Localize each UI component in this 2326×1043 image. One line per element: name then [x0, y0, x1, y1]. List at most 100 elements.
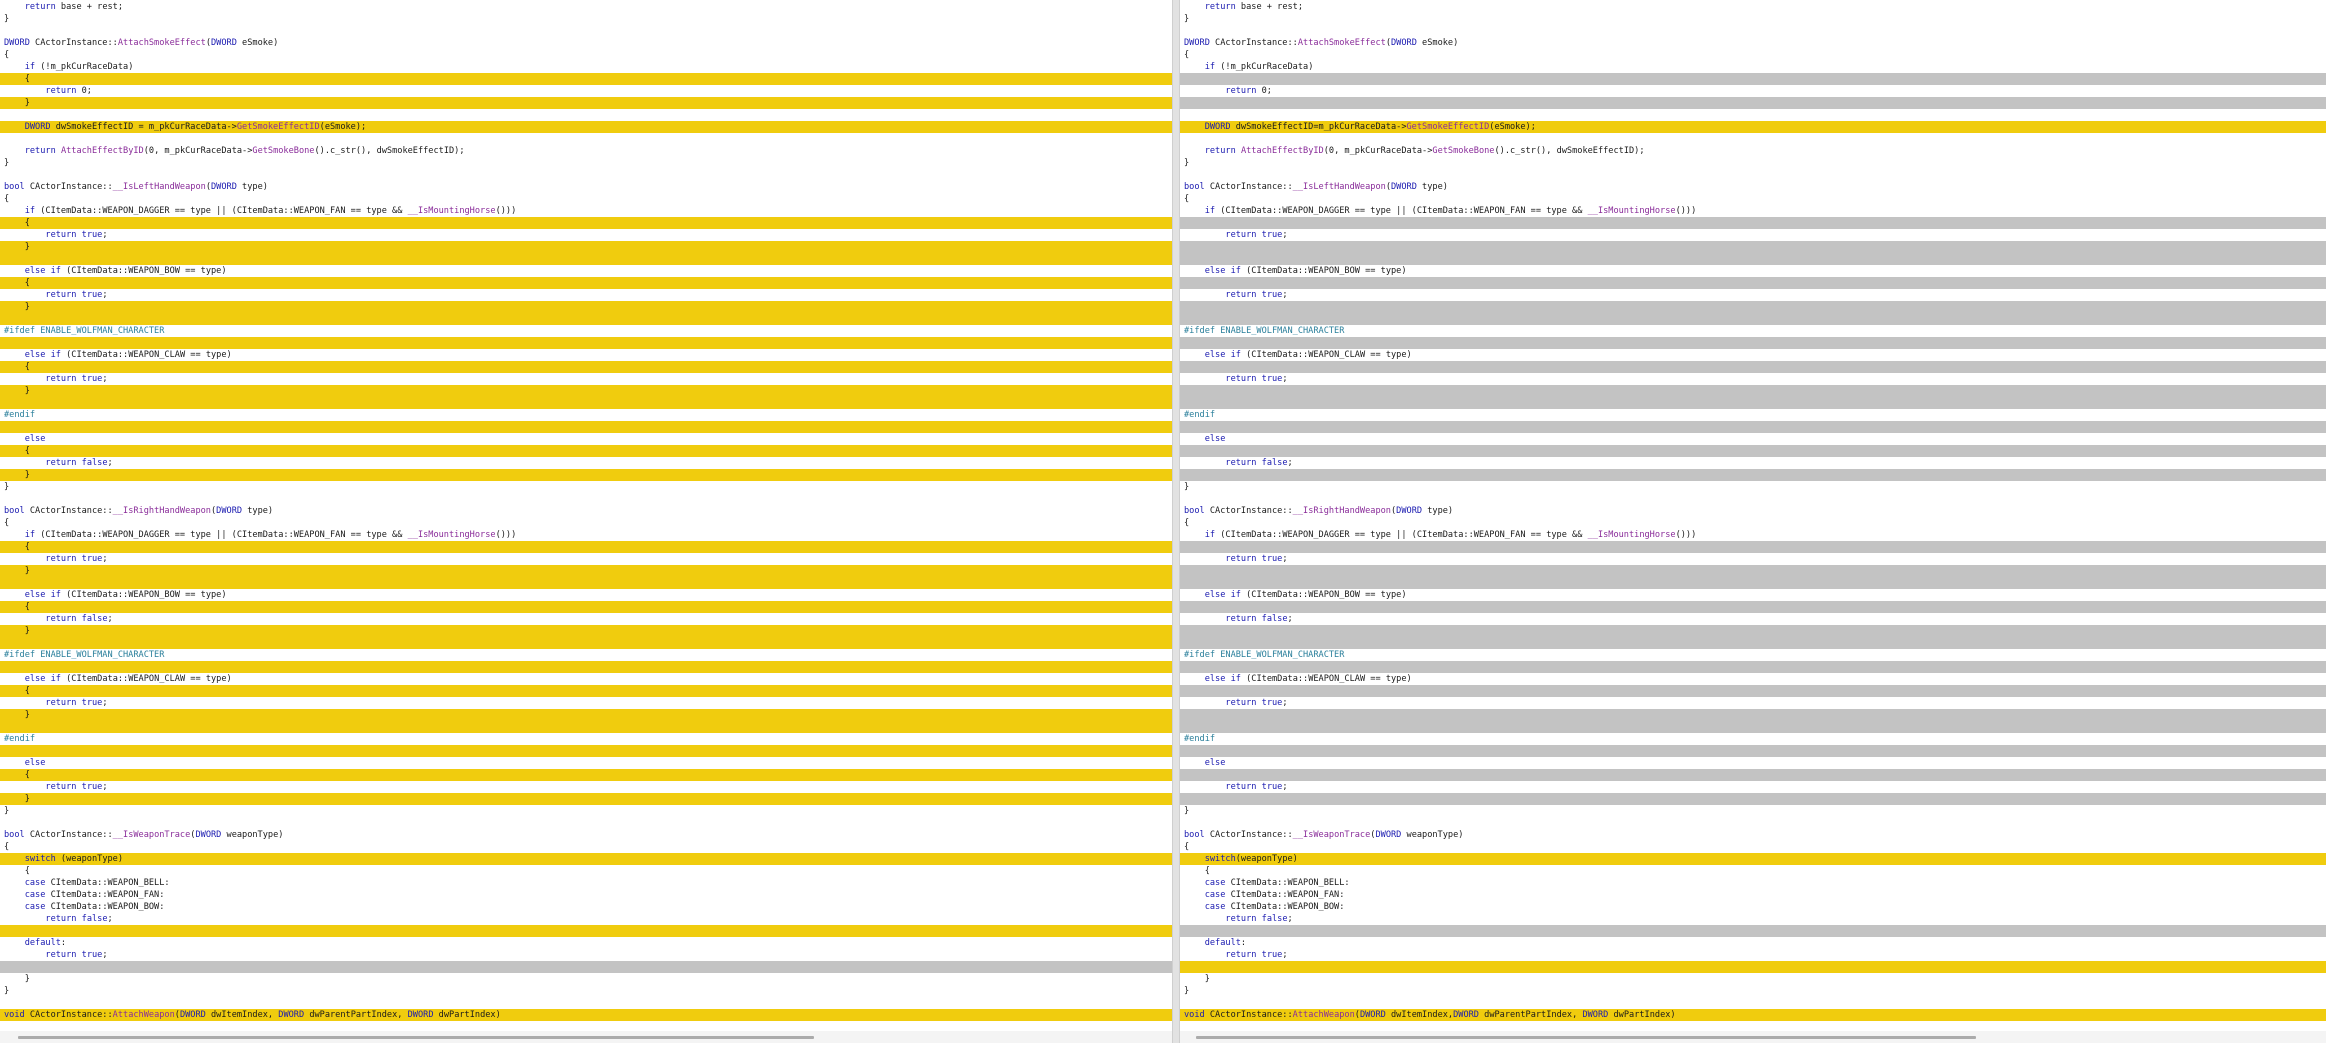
left-code-line[interactable] [0, 637, 1172, 649]
left-code-line[interactable] [0, 397, 1172, 409]
left-code-line[interactable]: } [0, 985, 1172, 997]
left-code-line[interactable] [0, 313, 1172, 325]
pane-divider[interactable] [1172, 0, 1180, 1043]
right-code-line[interactable] [1180, 301, 2326, 313]
right-code-line[interactable]: bool CActorInstance::__IsLeftHandWeapon(… [1180, 181, 2326, 193]
left-code-line[interactable] [0, 721, 1172, 733]
right-code-line[interactable]: bool CActorInstance::__IsRightHandWeapon… [1180, 505, 2326, 517]
right-code-line[interactable] [1180, 745, 2326, 757]
right-code-line[interactable]: #endif [1180, 733, 2326, 745]
left-code-line[interactable]: } [0, 469, 1172, 481]
left-code-line[interactable] [0, 577, 1172, 589]
right-code-line[interactable]: case CItemData::WEAPON_BELL: [1180, 877, 2326, 889]
right-code-line[interactable]: return false; [1180, 613, 2326, 625]
right-horizontal-scrollbar[interactable] [1196, 1036, 1976, 1039]
right-code-line[interactable]: #ifdef ENABLE_WOLFMAN_CHARACTER [1180, 325, 2326, 337]
right-code-line[interactable] [1180, 541, 2326, 553]
left-file-pane[interactable]: return base + rest;} DWORD CActorInstance… [0, 0, 1172, 1043]
left-code-line[interactable]: { [0, 361, 1172, 373]
left-code-line[interactable]: { [0, 277, 1172, 289]
left-code-line[interactable]: return false; [0, 457, 1172, 469]
right-code-line[interactable]: case CItemData::WEAPON_BOW: [1180, 901, 2326, 913]
right-code-line[interactable]: return true; [1180, 781, 2326, 793]
left-code-line[interactable] [0, 493, 1172, 505]
left-code-line[interactable]: #ifdef ENABLE_WOLFMAN_CHARACTER [0, 649, 1172, 661]
right-code-line[interactable] [1180, 97, 2326, 109]
right-code-line[interactable]: else if (CItemData::WEAPON_BOW == type) [1180, 265, 2326, 277]
right-code-line[interactable]: { [1180, 865, 2326, 877]
right-code-line[interactable] [1180, 313, 2326, 325]
left-code-line[interactable]: bool CActorInstance::__IsWeaponTrace(DWO… [0, 829, 1172, 841]
left-code-line[interactable] [0, 109, 1172, 121]
left-code-line[interactable]: { [0, 865, 1172, 877]
right-code-line[interactable] [1180, 721, 2326, 733]
right-code-line[interactable] [1180, 241, 2326, 253]
right-code-line[interactable]: } [1180, 13, 2326, 25]
right-code-line[interactable]: { [1180, 193, 2326, 205]
left-code-line[interactable]: default: [0, 937, 1172, 949]
left-code-line[interactable] [0, 133, 1172, 145]
right-code-line[interactable] [1180, 445, 2326, 457]
left-code-line[interactable]: } [0, 565, 1172, 577]
right-code-line[interactable]: return true; [1180, 553, 2326, 565]
left-code-line[interactable]: else [0, 433, 1172, 445]
left-code-line[interactable]: { [0, 841, 1172, 853]
left-code-line[interactable]: } [0, 481, 1172, 493]
right-code-line[interactable]: { [1180, 49, 2326, 61]
right-code-line[interactable]: if (CItemData::WEAPON_DAGGER == type || … [1180, 529, 2326, 541]
left-code-line[interactable]: if (!m_pkCurRaceData) [0, 61, 1172, 73]
right-code-line[interactable]: DWORD dwSmokeEffectID=m_pkCurRaceData->G… [1180, 121, 2326, 133]
right-code-line[interactable] [1180, 997, 2326, 1009]
left-code-line[interactable]: DWORD CActorInstance::AttachSmokeEffect(… [0, 37, 1172, 49]
left-horizontal-scrollbar[interactable] [18, 1036, 814, 1039]
right-code-line[interactable] [1180, 493, 2326, 505]
left-code-line[interactable]: return true; [0, 781, 1172, 793]
left-code-line[interactable]: switch (weaponType) [0, 853, 1172, 865]
left-code-line[interactable]: } [0, 805, 1172, 817]
right-code-line[interactable]: } [1180, 985, 2326, 997]
left-code-line[interactable]: return base + rest; [0, 1, 1172, 13]
left-code-line[interactable] [0, 253, 1172, 265]
left-code-line[interactable]: } [0, 709, 1172, 721]
right-code-line[interactable]: void CActorInstance::AttachWeapon(DWORD … [1180, 1009, 2326, 1021]
right-code-line[interactable] [1180, 361, 2326, 373]
left-code-line[interactable]: } [0, 13, 1172, 25]
right-code-line[interactable]: bool CActorInstance::__IsWeaponTrace(DWO… [1180, 829, 2326, 841]
right-code-line[interactable]: else [1180, 757, 2326, 769]
right-code-line[interactable]: if (!m_pkCurRaceData) [1180, 61, 2326, 73]
right-code-line[interactable] [1180, 793, 2326, 805]
left-code-line[interactable] [0, 421, 1172, 433]
right-code-line[interactable] [1180, 661, 2326, 673]
left-code-line[interactable]: { [0, 73, 1172, 85]
right-code-line[interactable]: } [1180, 157, 2326, 169]
right-code-line[interactable]: return true; [1180, 229, 2326, 241]
right-code-line[interactable]: return true; [1180, 289, 2326, 301]
left-code-line[interactable]: } [0, 301, 1172, 313]
right-code-line[interactable]: case CItemData::WEAPON_FAN: [1180, 889, 2326, 901]
left-code-line[interactable]: case CItemData::WEAPON_BELL: [0, 877, 1172, 889]
right-code-line[interactable] [1180, 685, 2326, 697]
left-code-line[interactable] [0, 925, 1172, 937]
right-code-line[interactable] [1180, 253, 2326, 265]
right-code-line[interactable]: switch(weaponType) [1180, 853, 2326, 865]
right-code-line[interactable]: DWORD CActorInstance::AttachSmokeEffect(… [1180, 37, 2326, 49]
left-code-line[interactable]: else if (CItemData::WEAPON_BOW == type) [0, 265, 1172, 277]
right-code-line[interactable] [1180, 625, 2326, 637]
right-code-line[interactable]: else if (CItemData::WEAPON_BOW == type) [1180, 589, 2326, 601]
right-code-line[interactable]: if (CItemData::WEAPON_DAGGER == type || … [1180, 205, 2326, 217]
right-code-line[interactable] [1180, 637, 2326, 649]
right-code-line[interactable]: return base + rest; [1180, 1, 2326, 13]
left-code-line[interactable]: if (CItemData::WEAPON_DAGGER == type || … [0, 529, 1172, 541]
right-code-line[interactable] [1180, 277, 2326, 289]
right-code-line[interactable] [1180, 925, 2326, 937]
left-code-line[interactable] [0, 997, 1172, 1009]
right-code-line[interactable]: else if (CItemData::WEAPON_CLAW == type) [1180, 349, 2326, 361]
right-code-line[interactable] [1180, 109, 2326, 121]
left-code-line[interactable]: return true; [0, 229, 1172, 241]
left-code-line[interactable]: #ifdef ENABLE_WOLFMAN_CHARACTER [0, 325, 1172, 337]
left-code-line[interactable]: else if (CItemData::WEAPON_BOW == type) [0, 589, 1172, 601]
right-code-line[interactable]: } [1180, 973, 2326, 985]
left-code-line[interactable]: if (CItemData::WEAPON_DAGGER == type || … [0, 205, 1172, 217]
left-code-line[interactable]: #endif [0, 409, 1172, 421]
right-code-line[interactable]: { [1180, 841, 2326, 853]
